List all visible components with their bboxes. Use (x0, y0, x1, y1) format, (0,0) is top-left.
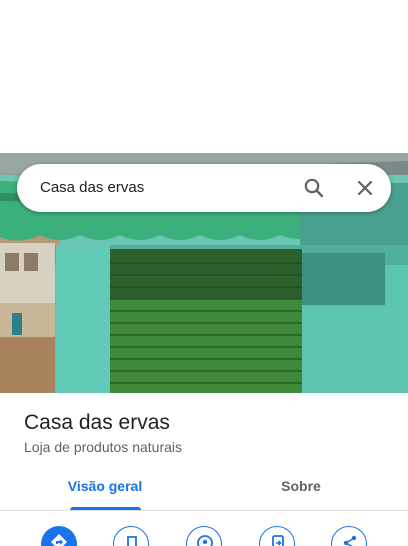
tab-active-indicator (70, 507, 141, 510)
nearby-button[interactable] (186, 526, 222, 546)
tab-overview-label: Visão geral (67, 478, 143, 494)
search-bar (17, 164, 391, 212)
tab-about-label: Sobre (281, 478, 321, 494)
map-area-blank (0, 0, 408, 153)
directions-icon (51, 534, 67, 546)
send-to-phone-button[interactable] (259, 526, 295, 546)
nearby-icon (197, 535, 213, 546)
place-category[interactable]: Loja de produtos naturais (24, 439, 182, 455)
save-icon (127, 536, 137, 546)
action-row (0, 524, 408, 546)
place-title: Casa das ervas (24, 411, 170, 434)
search-input[interactable] (40, 164, 290, 212)
share-icon (343, 535, 357, 546)
save-button[interactable] (113, 526, 149, 546)
tab-about[interactable]: Sobre (248, 468, 354, 510)
tab-bar: Visão geral Sobre (0, 468, 408, 511)
tab-overview[interactable]: Visão geral (52, 468, 158, 510)
directions-button[interactable] (41, 526, 77, 546)
share-button[interactable] (331, 526, 367, 546)
close-icon[interactable] (353, 176, 377, 200)
search-icon[interactable] (302, 176, 326, 200)
send-to-phone-icon (272, 535, 284, 546)
